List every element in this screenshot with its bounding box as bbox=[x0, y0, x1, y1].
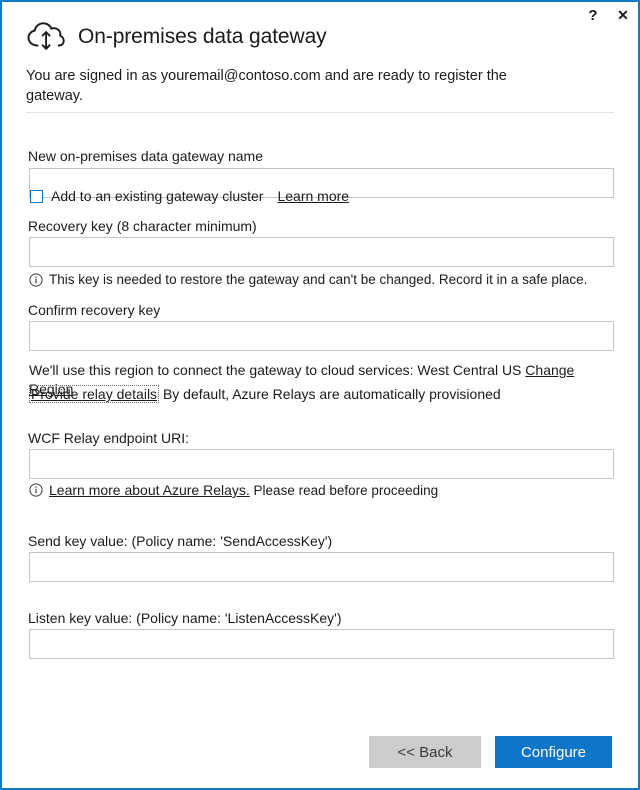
provide-relay-details-link[interactable]: Provide relay details bbox=[29, 385, 160, 403]
wcf-relay-hint-body: Learn more about Azure Relays. Please re… bbox=[49, 481, 438, 500]
back-button[interactable]: << Back bbox=[369, 736, 481, 768]
add-to-cluster-checkbox[interactable] bbox=[30, 189, 43, 203]
cloud-up-down-arrow-icon bbox=[26, 21, 66, 53]
confirm-recovery-key-label: Confirm recovery key bbox=[28, 302, 161, 318]
info-icon bbox=[29, 273, 43, 287]
wcf-relay-uri-label: WCF Relay endpoint URI: bbox=[28, 430, 190, 446]
dialog-footer: << Back Configure bbox=[2, 726, 638, 788]
titlebar-buttons: ? ✕ bbox=[578, 2, 638, 32]
gateway-name-label: New on-premises data gateway name bbox=[28, 148, 264, 164]
title-row: On-premises data gateway bbox=[26, 18, 614, 56]
recovery-key-input[interactable] bbox=[29, 237, 614, 267]
listen-key-input[interactable] bbox=[29, 629, 614, 659]
send-key-label: Send key value: (Policy name: 'SendAcces… bbox=[28, 533, 333, 549]
azure-relays-learn-more-link[interactable]: Learn more about Azure Relays. bbox=[49, 482, 250, 498]
recovery-key-label: Recovery key (8 character minimum) bbox=[28, 218, 257, 234]
recovery-key-hint: This key is needed to restore the gatewa… bbox=[29, 271, 615, 289]
cluster-checkbox-row[interactable]: Add to an existing gateway cluster Learn… bbox=[30, 188, 349, 204]
add-to-cluster-label: Add to an existing gateway cluster bbox=[51, 188, 264, 204]
page-title: On-premises data gateway bbox=[78, 25, 327, 48]
recovery-key-hint-text: This key is needed to restore the gatewa… bbox=[49, 272, 588, 287]
cluster-learn-more-link[interactable]: Learn more bbox=[277, 188, 349, 204]
listen-key-label: Listen key value: (Policy name: 'ListenA… bbox=[28, 610, 342, 626]
close-icon[interactable]: ✕ bbox=[608, 2, 638, 28]
info-icon bbox=[29, 483, 43, 497]
dialog-header: On-premises data gateway You are signed … bbox=[2, 2, 638, 113]
send-key-input[interactable] bbox=[29, 552, 614, 582]
region-text: We'll use this region to connect the gat… bbox=[29, 362, 522, 378]
on-premises-data-gateway-dialog: ? ✕ On-premises data gateway You are sig… bbox=[0, 0, 640, 790]
relay-details-note: By default, Azure Relays are automatical… bbox=[162, 386, 501, 402]
configure-button[interactable]: Configure bbox=[495, 736, 612, 768]
relay-details-line: Provide relay details By default, Azure … bbox=[29, 385, 615, 404]
help-icon[interactable]: ? bbox=[578, 2, 608, 28]
signed-in-status: You are signed in as youremail@contoso.c… bbox=[26, 68, 507, 104]
confirm-recovery-key-input[interactable] bbox=[29, 321, 614, 351]
wcf-relay-hint: Learn more about Azure Relays. Please re… bbox=[29, 481, 615, 500]
wcf-relay-hint-rest: Please read before proceeding bbox=[253, 483, 439, 498]
wcf-relay-uri-input[interactable] bbox=[29, 449, 614, 479]
header-divider bbox=[26, 112, 614, 113]
